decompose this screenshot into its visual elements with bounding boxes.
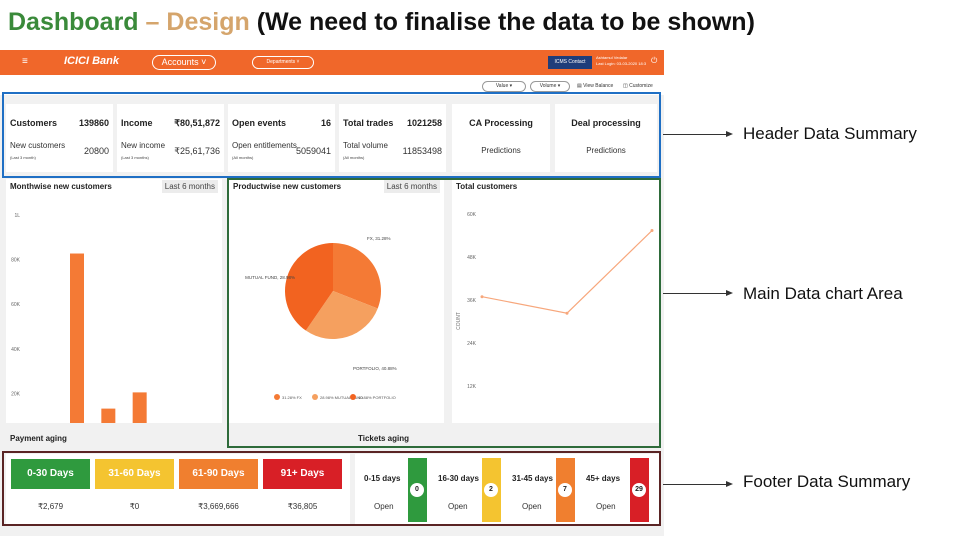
arrow-line [663,134,727,135]
main-chart-outline [227,178,661,448]
annotation-main: Main Data chart Area [743,284,903,303]
top-navbar: ≡ ICICI Bank Accounts ˅ Departments ˅ IC… [0,50,664,75]
y-tick-label: 40K [11,347,21,353]
title-note: (We need to finalise the data to be show… [256,8,755,36]
title-dashboard: Dashboard [8,8,139,36]
view-balance-label: View Balance [583,83,614,89]
customize-link[interactable]: ◫ Customize [623,83,653,89]
view-balance-link[interactable]: ▤ View Balance [577,83,613,89]
footer-summary-outline [2,451,661,526]
bar [70,253,84,423]
departments-dropdown[interactable]: Departments ˅ [252,56,314,69]
power-icon[interactable]: ⏻ [651,56,657,66]
y-tick-label: 1L [14,213,20,219]
bank-logo: ICICI Bank [64,55,120,67]
customize-label: Customize [629,83,653,89]
y-tick-label: 60K [11,302,21,308]
payment-aging-title: Payment aging [10,434,67,443]
title-design: – Design [145,8,250,36]
header-summary-outline [2,92,661,178]
contact-button[interactable]: ICMS Contact [548,56,592,69]
accounts-dropdown[interactable]: Accounts ˅ [152,55,216,70]
arrow-head [726,481,733,487]
value-dropdown[interactable]: Value ▾ [482,81,526,92]
slide: Dashboard – Design (We need to finalise … [0,0,960,540]
hamburger-icon[interactable]: ≡ [22,56,28,67]
arrow-line [663,484,727,485]
slide-title: Dashboard – Design (We need to finalise … [8,8,755,37]
monthwise-panel: Monthwise new customers Last 6 months 02… [6,179,222,423]
annotation-header: Header Data Summary [743,124,917,143]
y-tick-label: 80K [11,258,21,264]
last-login: Last Login: 03-03-2020 18:3 [596,61,647,66]
bar [132,392,147,423]
annotation-footer: Footer Data Summary [743,472,911,491]
bar [101,408,116,423]
arrow-head [726,131,733,137]
monthwise-bar-chart: 020K40K60K80K1L [11,213,147,423]
volume-dropdown[interactable]: Volume ▾ [530,81,570,92]
y-tick-label: 20K [11,391,21,397]
arrow-line [663,293,727,294]
user-info: Ashtamul Vedalar Last Login: 03-03-2020 … [596,55,646,67]
arrow-head [726,290,733,296]
